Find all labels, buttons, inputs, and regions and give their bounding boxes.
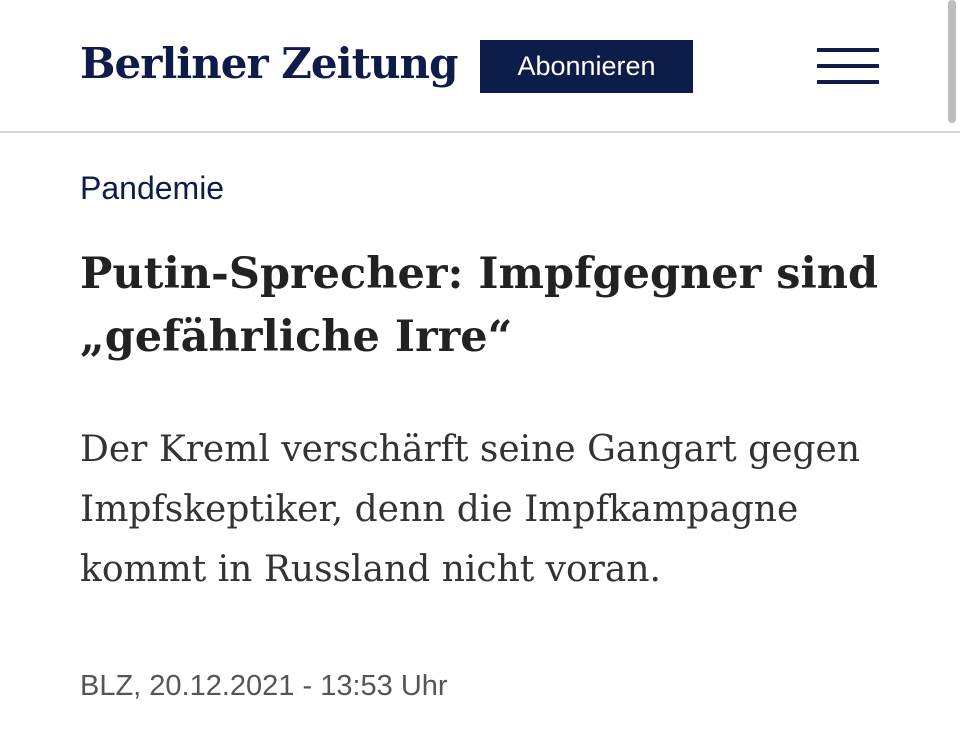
menu-bar bbox=[817, 80, 879, 84]
article-meta: BLZ, 20.12.2021 - 13:53 Uhr bbox=[80, 670, 448, 702]
site-header: Berliner Zeitung Abonnieren bbox=[0, 0, 960, 133]
menu-bar bbox=[817, 64, 879, 68]
page: Berliner Zeitung Abonnieren Pandemie Put… bbox=[0, 0, 960, 747]
menu-bar bbox=[817, 48, 879, 52]
scrollbar-thumb[interactable] bbox=[948, 0, 956, 123]
hamburger-menu-icon[interactable] bbox=[817, 48, 879, 86]
article-category[interactable]: Pandemie bbox=[80, 168, 224, 208]
article-headline: Putin-Sprecher: Impfgegner sind „gefährl… bbox=[80, 249, 879, 362]
site-logo[interactable]: Berliner Zeitung bbox=[80, 36, 458, 92]
subscribe-button[interactable]: Abonnieren bbox=[480, 40, 693, 93]
article-lead: Der Kreml verschärft seine Gangart gegen… bbox=[80, 429, 861, 590]
